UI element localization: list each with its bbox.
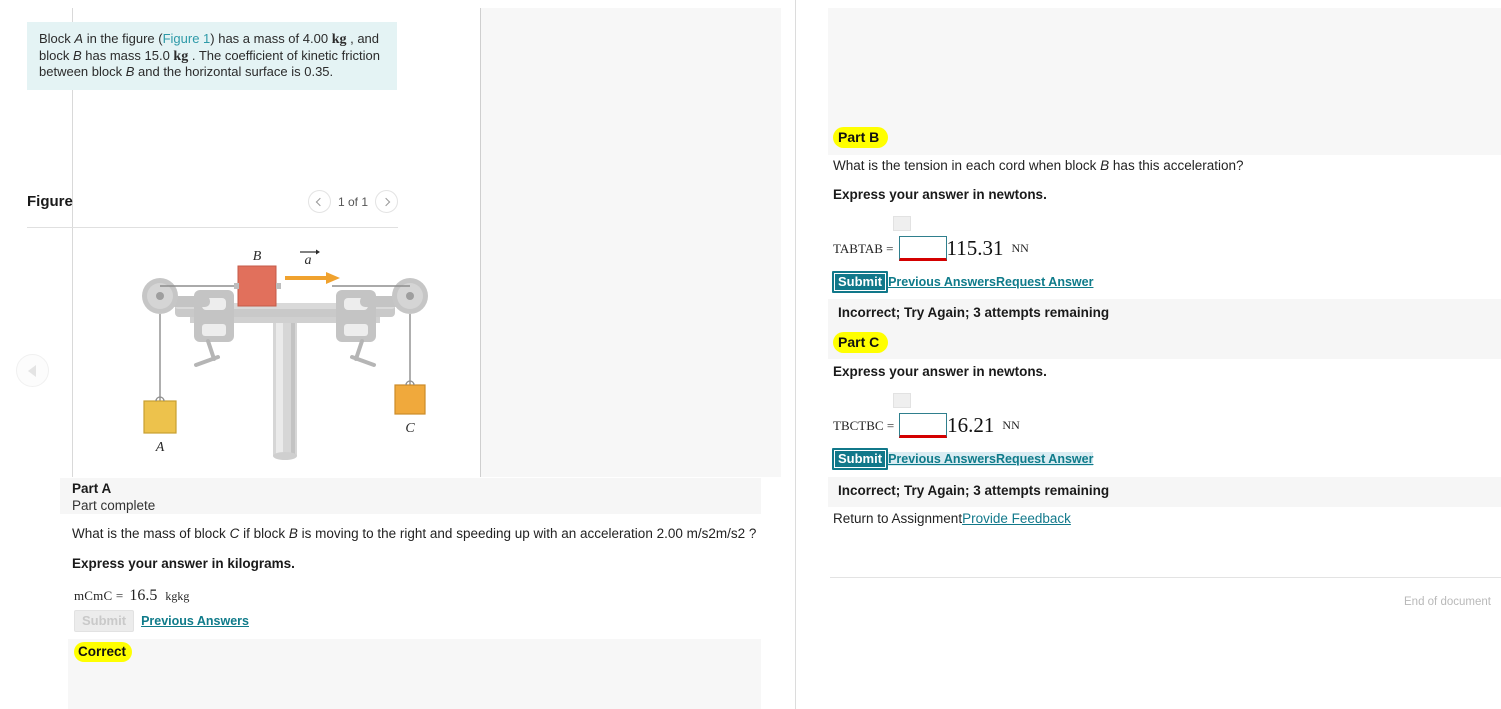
- problem-statement: Block A in the figure (Figure 1) has a m…: [27, 22, 397, 90]
- part-b-submit-button[interactable]: Submit: [832, 271, 889, 293]
- part-c-answer-input[interactable]: [899, 413, 948, 438]
- figure-title: Figure: [27, 193, 73, 210]
- problem-text-5: has mass 15.0: [81, 47, 174, 63]
- part-b-question-pre: What is the tension in each cord when bl…: [833, 158, 1101, 173]
- footer-divider: [830, 577, 1501, 578]
- problem-block-b-italic: B: [72, 47, 82, 63]
- part-a-answer-value: 16.5: [129, 587, 158, 604]
- part-a-express-instruction: Express your answer in kilograms.: [72, 556, 295, 571]
- svg-text:B: B: [253, 249, 262, 264]
- part-c-tool-chip[interactable]: [893, 393, 911, 408]
- part-a-state: Part complete: [72, 498, 156, 513]
- part-b-status-text: Incorrect; Try Again; 3 attempts remaini…: [838, 305, 1110, 320]
- part-a-block-c-italic: C: [229, 526, 240, 541]
- page-root: Block A in the figure (Figure 1) has a m…: [0, 0, 1501, 709]
- part-a-status-badge: Correct: [74, 642, 133, 662]
- part-b-express-instruction: Express your answer in newtons.: [833, 187, 1047, 202]
- part-c-header-band: [828, 327, 1501, 359]
- problem-block-a-italic: A: [74, 31, 84, 46]
- part-c-request-answer-link[interactable]: Request Answer: [995, 452, 1094, 466]
- part-a-previous-answers-link[interactable]: Previous Answers: [141, 614, 249, 628]
- chevron-right-icon: [381, 197, 390, 206]
- return-to-assignment-label[interactable]: Return to Assignment: [833, 511, 962, 526]
- part-b-answer-unit: NN: [1011, 241, 1029, 255]
- part-a-question: What is the mass of block C if block B i…: [72, 526, 772, 541]
- part-c-label: Part C: [833, 332, 889, 353]
- part-c-submit-button[interactable]: Submit: [832, 448, 889, 470]
- part-c-answer-value: 16.21: [947, 413, 995, 437]
- part-c-express-instruction: Express your answer in newtons.: [833, 364, 1047, 379]
- part-a-actions: Submit Previous Answers: [74, 610, 249, 632]
- part-b-answer-input[interactable]: [898, 236, 947, 261]
- figure-nav: 1 of 1: [307, 190, 398, 213]
- part-c-answer-row: TBCTBC = 16.21 NN: [833, 413, 1020, 438]
- part-b-request-answer-link[interactable]: Request Answer: [996, 275, 1093, 289]
- part-b-question-post: has this acceleration?: [1109, 158, 1244, 173]
- problem-unit-kg-1: kg: [331, 32, 347, 47]
- svg-text:a: a: [305, 253, 312, 268]
- part-b-header: Part B: [828, 124, 1501, 152]
- part-b-label: Part B: [833, 127, 889, 148]
- part-a-answer-row: mCmC = 16.5 kgkg: [74, 587, 189, 605]
- problem-text-3: ) has a mass of 4.00: [210, 31, 332, 46]
- problem-text-7: and the horizontal surface is 0.35.: [134, 64, 334, 79]
- part-c-status-text: Incorrect; Try Again; 3 attempts remaini…: [838, 483, 1110, 498]
- collapse-sidebar-button[interactable]: [16, 354, 49, 387]
- problem-unit-kg-2: kg: [173, 48, 189, 64]
- chevron-left-icon: [316, 197, 325, 206]
- column-divider: [795, 0, 796, 709]
- svg-text:C: C: [405, 421, 415, 436]
- problem-text-1: Block: [39, 31, 75, 46]
- middle-gray-panel: [481, 8, 781, 477]
- part-c-answer-label: TBCTBC =: [833, 417, 895, 433]
- end-of-document-label: End of document: [1404, 596, 1491, 608]
- part-c-previous-answers-link[interactable]: Previous Answers: [888, 452, 996, 466]
- part-a-header-band: Part A Part complete: [60, 478, 761, 514]
- left-triangle-icon: [27, 364, 36, 377]
- part-a-submit-button: Submit: [74, 610, 135, 632]
- provide-feedback-link[interactable]: Provide Feedback: [962, 511, 1071, 526]
- footer-links: Return to Assignment Provide Feedback: [833, 511, 1071, 526]
- svg-text:A: A: [155, 440, 165, 455]
- part-c-answer-unit: NN: [1002, 418, 1020, 432]
- part-a-question-post: is moving to the right and speeding up w…: [297, 526, 757, 541]
- problem-text-2: in the figure (: [83, 31, 163, 46]
- part-c-actions: Submit Previous Answers Request Answer: [832, 448, 1094, 470]
- figure-prev-button[interactable]: [307, 190, 331, 213]
- part-a-status-band: [68, 639, 761, 709]
- part-b-actions: Submit Previous Answers Request Answer: [832, 271, 1093, 293]
- figure-1-link[interactable]: Figure 1: [163, 31, 211, 46]
- part-b-previous-answers-link[interactable]: Previous Answers: [888, 275, 996, 289]
- part-b-answer-row: TABTAB = 115.31 NN: [833, 236, 1029, 261]
- part-a-label: Part A: [72, 481, 112, 496]
- part-b-answer-value: 115.31: [946, 236, 1004, 260]
- part-b-tool-chip[interactable]: [893, 216, 911, 231]
- part-b-question: What is the tension in each cord when bl…: [833, 158, 1244, 173]
- part-b-block-b-italic: B: [1100, 158, 1110, 173]
- part-b-answer-label: TABTAB =: [833, 240, 894, 256]
- figure-divider: [27, 227, 398, 228]
- part-a-question-mid: if block: [239, 526, 289, 541]
- figure-next-button[interactable]: [375, 190, 398, 213]
- figure-counter: 1 of 1: [337, 194, 368, 209]
- part-a-answer-unit: kgkg: [165, 589, 190, 603]
- part-a-question-pre: What is the mass of block: [72, 526, 230, 541]
- figure-illustration: B a A C: [130, 248, 440, 460]
- part-a-block-b-italic: B: [288, 526, 298, 541]
- part-a-answer-label: mCmC =: [74, 588, 124, 603]
- figure-header: Figure 1 of 1: [27, 186, 398, 226]
